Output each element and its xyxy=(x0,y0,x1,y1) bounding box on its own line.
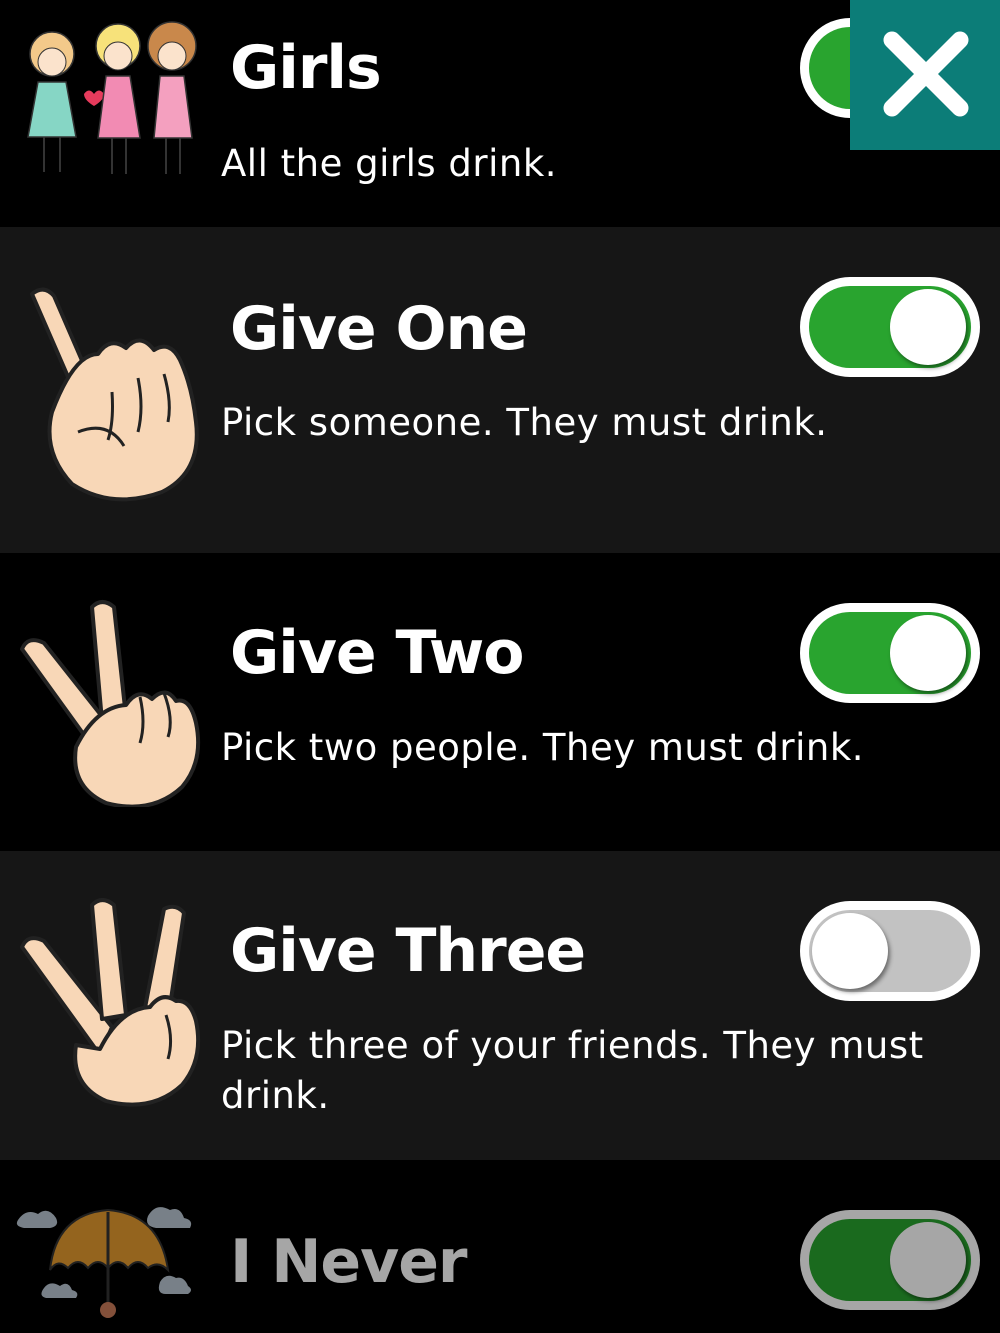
rule-title: Give One xyxy=(230,294,528,364)
toggle-knob xyxy=(812,913,888,989)
rule-toggle-i-never[interactable] xyxy=(800,1210,980,1310)
umbrella-icon xyxy=(16,1207,192,1318)
two-finger-hand-icon xyxy=(20,600,201,807)
rule-toggle-give-two[interactable] xyxy=(800,603,980,703)
rule-row-i-never: I Never xyxy=(0,1160,1000,1333)
rule-row-give-one: Give One Pick someone. They must drink. xyxy=(0,227,1000,553)
rule-title: Give Three xyxy=(230,916,586,986)
rule-description: Pick someone. They must drink. xyxy=(221,401,828,444)
rule-description: Pick three of your friends. They must dr… xyxy=(221,1024,924,1117)
girls-icon xyxy=(27,21,197,174)
rule-toggle-give-three[interactable] xyxy=(800,901,980,1001)
rule-row-give-three: Give Three Pick three of your friends. T… xyxy=(0,851,1000,1160)
rule-toggle-give-one[interactable] xyxy=(800,277,980,377)
toggle-knob xyxy=(890,1222,966,1298)
toggle-knob xyxy=(890,289,966,365)
close-icon xyxy=(883,31,969,117)
rule-row-give-two: Give Two Pick two people. They must drin… xyxy=(0,553,1000,851)
toggle-knob xyxy=(890,615,966,691)
rule-title: I Never xyxy=(230,1227,468,1297)
rule-title: Give Two xyxy=(230,618,524,688)
three-finger-hand-icon xyxy=(20,898,201,1107)
one-finger-hand-icon xyxy=(30,287,199,502)
rule-description: Pick two people. They must drink. xyxy=(221,726,865,769)
rule-title: Girls xyxy=(230,33,382,103)
close-button[interactable] xyxy=(850,0,1000,150)
